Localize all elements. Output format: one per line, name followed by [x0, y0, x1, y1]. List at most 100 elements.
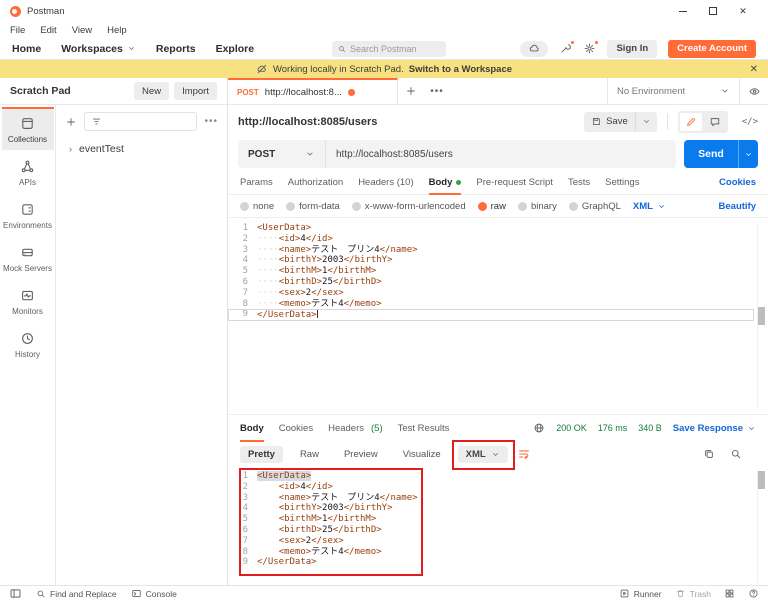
- minimize-button[interactable]: [668, 2, 698, 20]
- close-button[interactable]: ✕: [728, 2, 758, 20]
- send-options-chevron-icon[interactable]: [738, 140, 758, 168]
- url-input[interactable]: [326, 149, 676, 160]
- response-scrollbar[interactable]: [757, 469, 765, 583]
- editor-scrollbar[interactable]: [757, 223, 765, 409]
- maximize-button[interactable]: [698, 2, 728, 20]
- nav-item-explore[interactable]: Explore: [216, 43, 255, 55]
- sidebar-item-history[interactable]: History: [2, 322, 54, 365]
- response-tab-body[interactable]: Body: [240, 415, 264, 441]
- request-tab[interactable]: POST http://localhost:8...: [228, 78, 398, 104]
- request-body-editor[interactable]: 1<UserData>2····<id>4</id>3····<name>テスト…: [228, 218, 768, 414]
- menu-help[interactable]: Help: [107, 25, 127, 36]
- runner-icon: [619, 588, 630, 599]
- response-tab-test-results[interactable]: Test Results: [398, 415, 450, 441]
- menu-view[interactable]: View: [72, 25, 92, 36]
- body-mode-none[interactable]: none: [240, 201, 274, 212]
- body-mode-form-data[interactable]: form-data: [286, 201, 340, 212]
- code-line-4[interactable]: 4····<birthY>2003</birthY>: [228, 255, 754, 266]
- new-button[interactable]: New: [134, 82, 169, 100]
- new-tab-icon[interactable]: [398, 78, 424, 104]
- code-line-1[interactable]: 1<UserData>: [228, 223, 754, 234]
- edit-mode-button[interactable]: [680, 113, 702, 131]
- body-mode-binary[interactable]: binary: [518, 201, 557, 212]
- send-button[interactable]: Send: [684, 140, 758, 168]
- sidebar-item-mock-servers[interactable]: Mock Servers: [2, 236, 54, 279]
- switch-workspace-link[interactable]: Switch to a Workspace: [409, 64, 512, 75]
- tab-params[interactable]: Params: [240, 170, 273, 194]
- nav-item-home[interactable]: Home: [12, 43, 41, 55]
- save-response-button[interactable]: Save Response: [673, 423, 756, 434]
- help-icon[interactable]: [748, 588, 759, 599]
- nav-item-workspaces[interactable]: Workspaces: [61, 43, 136, 55]
- sidebar-item-environments[interactable]: Environments: [2, 193, 54, 236]
- banner-close-icon[interactable]: ✕: [750, 60, 758, 78]
- search-response-icon[interactable]: [730, 448, 742, 460]
- console-button[interactable]: Console: [131, 588, 177, 599]
- body-mode-graphql[interactable]: GraphQL: [569, 201, 621, 212]
- environment-quick-look[interactable]: [739, 78, 768, 104]
- collection-item-eventtest[interactable]: ›eventTest: [65, 143, 218, 155]
- tools-icon[interactable]: [559, 42, 572, 55]
- body-mode-x-www-form-urlencoded[interactable]: x-www-form-urlencoded: [352, 201, 466, 212]
- sync-status-button[interactable]: [520, 41, 548, 57]
- environment-selector[interactable]: No Environment: [607, 78, 739, 104]
- code-line-2: 2 <id>4</id>: [228, 482, 754, 493]
- view-tab-pretty[interactable]: Pretty: [240, 446, 283, 463]
- collections-more-icon[interactable]: •••: [204, 116, 218, 127]
- import-button[interactable]: Import: [174, 82, 217, 100]
- tab-body[interactable]: Body: [429, 170, 462, 194]
- response-tab-cookies[interactable]: Cookies: [279, 415, 313, 441]
- find-replace-button[interactable]: Find and Replace: [36, 589, 117, 599]
- gear-icon[interactable]: [583, 42, 596, 55]
- request-language-select[interactable]: XML: [633, 201, 666, 212]
- sidebar-item-apis[interactable]: APIs: [2, 150, 54, 193]
- panel-toggle-icon[interactable]: [9, 587, 22, 600]
- code-line-7[interactable]: 7····<sex>2</sex>: [228, 288, 754, 299]
- code-line-3[interactable]: 3····<name>テスト プリン4</name>: [228, 245, 754, 256]
- response-language-select[interactable]: XML: [458, 446, 508, 463]
- code-line-6[interactable]: 6····<birthD>25</birthD>: [228, 277, 754, 288]
- sidebar-item-collections[interactable]: Collections: [2, 107, 54, 150]
- body-mode-raw[interactable]: raw: [478, 201, 506, 212]
- menu-edit[interactable]: Edit: [40, 25, 56, 36]
- tab-pre-request-script[interactable]: Pre-request Script: [476, 170, 553, 194]
- method-select[interactable]: POST: [238, 140, 326, 168]
- sign-in-button[interactable]: Sign In: [607, 40, 657, 58]
- search-box[interactable]: [332, 41, 446, 57]
- create-account-button[interactable]: Create Account: [668, 40, 756, 58]
- comments-button[interactable]: [704, 113, 726, 131]
- grid-icon[interactable]: [724, 588, 735, 599]
- tab-options-icon[interactable]: •••: [424, 78, 450, 104]
- line-number: 3: [228, 245, 248, 256]
- save-button[interactable]: Save: [584, 112, 657, 132]
- beautify-link[interactable]: Beautify: [719, 201, 756, 212]
- tab-tests[interactable]: Tests: [568, 170, 590, 194]
- view-tab-raw[interactable]: Raw: [292, 446, 327, 463]
- wrap-text-icon[interactable]: [517, 447, 531, 461]
- nav-item-reports[interactable]: Reports: [156, 43, 196, 55]
- globe-icon[interactable]: [533, 422, 545, 434]
- trash-button[interactable]: Trash: [675, 588, 711, 599]
- tab-headers-10[interactable]: Headers (10): [358, 170, 413, 194]
- add-collection-icon[interactable]: [65, 116, 77, 128]
- menu-file[interactable]: File: [10, 25, 25, 36]
- view-tab-preview[interactable]: Preview: [336, 446, 386, 463]
- code-line-8[interactable]: 8····<memo>テスト4</memo>: [228, 299, 754, 310]
- save-options-chevron-icon[interactable]: [635, 112, 657, 132]
- copy-icon[interactable]: [703, 448, 715, 460]
- code-snippet-icon[interactable]: </>: [742, 117, 758, 127]
- view-tab-visualize[interactable]: Visualize: [395, 446, 449, 463]
- code-line-5[interactable]: 5····<birthM>1</birthM>: [228, 266, 754, 277]
- filter-input[interactable]: [84, 112, 197, 131]
- tab-authorization[interactable]: Authorization: [288, 170, 343, 194]
- search-input[interactable]: [350, 44, 440, 54]
- cookies-link[interactable]: Cookies: [719, 177, 756, 188]
- runner-button[interactable]: Runner: [619, 588, 662, 599]
- unsaved-changes-dot: [348, 89, 355, 96]
- tab-settings[interactable]: Settings: [605, 170, 639, 194]
- code-line-2[interactable]: 2····<id>4</id>: [228, 234, 754, 245]
- cloud-off-icon: [256, 63, 268, 75]
- response-tab-headers[interactable]: Headers(5): [328, 415, 383, 441]
- code-line-9[interactable]: 9</UserData>: [228, 309, 754, 321]
- sidebar-item-monitors[interactable]: Monitors: [2, 279, 54, 322]
